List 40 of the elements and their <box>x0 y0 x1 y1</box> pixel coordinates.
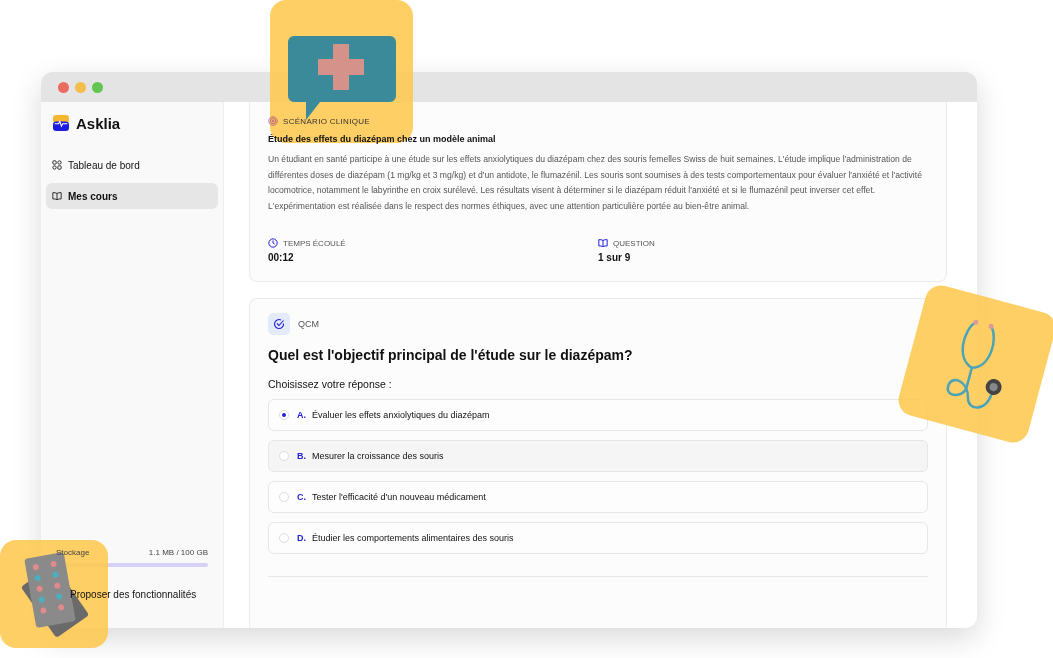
storage-reading: 1.1 MB / 100 GB <box>148 548 208 557</box>
brand-name: Asklia <box>76 114 121 132</box>
option-letter: B. <box>297 451 306 462</box>
book-icon <box>52 191 62 201</box>
radio-button[interactable] <box>279 410 289 421</box>
option-text: Tester l'efficacité d'un nouveau médicament <box>312 492 486 503</box>
answer-option[interactable]: C. Tester l'efficacité d'un nouveau médicament <box>268 481 928 514</box>
answer-option[interactable]: A. Évaluer les effets anxiolytiques du diazépam <box>268 399 928 432</box>
question-type: QCM <box>298 319 319 330</box>
option-letter: C. <box>297 492 306 503</box>
stat-value: 1 sur 9 <box>598 252 632 264</box>
logo-icon <box>53 115 69 131</box>
target-icon <box>268 116 278 126</box>
minimize-button[interactable] <box>75 81 86 93</box>
option-letter: D. <box>297 533 306 544</box>
radio-button[interactable] <box>279 492 289 503</box>
question-text: Quel est l'objectif principal de l'étude sur le diazépam? <box>268 347 634 364</box>
sidebar-item[interactable]: Mes cours <box>46 183 218 209</box>
stat-value: 00:12 <box>268 252 295 264</box>
book-icon <box>598 238 608 249</box>
radio-button[interactable] <box>279 533 289 544</box>
scenario-text: Un étudiant en santé participe à une étude sur les effets anxiolytiques du diazépam chez des souris femelles Swiss de huit semaines. L'étude implique l'administration de différentes doses de diazépam (1 mg/kg et 3 mg/kg) et d'un antidote, le flumazénil. Les souris sont soumises à des tests comportementaux pour évaluer l'anxiété et l'activité locomotrice, notamment le labyrinthe en croix surélevé. Les résultats visent à déterminer si le diazépam réduit l'anxiété et si le flumazénil peut inverser cet effet. L'expérimentation est réalisée dans le respect des normes éthiques, avec une attention particulière portée au bien-être animal. <box>268 153 923 213</box>
clock-icon <box>268 238 278 249</box>
storage-label: Stockage <box>56 548 90 557</box>
check-icon <box>268 313 290 336</box>
option-text: Mesurer la croissance des souris <box>312 451 444 462</box>
section-label: SCÉNARIO CLINIQUE <box>283 116 370 126</box>
stat-label: TEMPS ÉCOULÉ <box>283 238 346 248</box>
close-button[interactable] <box>58 81 69 93</box>
answer-prompt: Choisissez votre réponse : <box>268 378 393 391</box>
sidebar-item[interactable]: Tableau de bord <box>46 152 218 178</box>
stat-label: QUESTION <box>613 238 655 248</box>
maximize-button[interactable] <box>92 81 103 93</box>
option-letter: A. <box>297 410 306 421</box>
grid-icon <box>52 160 62 170</box>
option-text: Étudier les comportements alimentaires des souris <box>312 533 514 544</box>
answer-option[interactable]: B. Mesurer la croissance des souris <box>268 440 928 473</box>
answer-option[interactable]: D. Étudier les comportements alimentaires des souris <box>268 522 928 555</box>
option-text: Évaluer les effets anxiolytiques du diazépam <box>312 410 490 421</box>
radio-button[interactable] <box>279 451 289 462</box>
